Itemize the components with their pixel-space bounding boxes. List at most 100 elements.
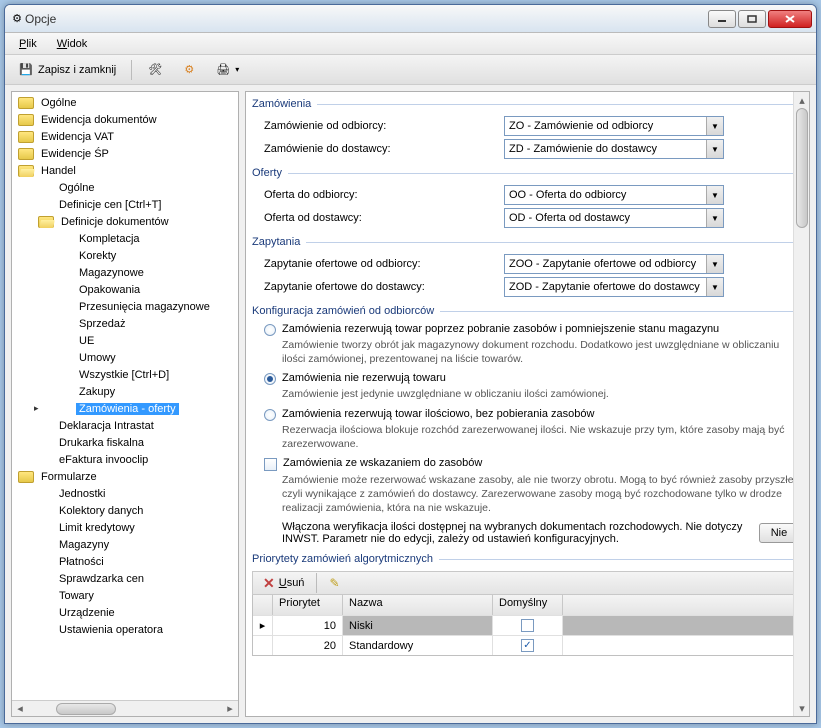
tree-item-label: Towary	[56, 590, 97, 602]
tree-item[interactable]: Deklaracja Intrastat	[12, 417, 238, 434]
col-priorytet[interactable]: Priorytet	[273, 595, 343, 615]
dropdown-zapytanie-do-dostawcy[interactable]: ZOD - Zapytanie ofertowe do dostawcy▼	[504, 277, 724, 297]
dropdown-oferta-do-odbiorcy[interactable]: OO - Oferta do odbiorcy▼	[504, 185, 724, 205]
group-priorytety: Priorytety zamówień algorytmicznych ✕Usu…	[252, 553, 799, 656]
tree-item[interactable]: Jednostki	[12, 485, 238, 502]
tree-item[interactable]: Ewidencja VAT	[12, 128, 238, 145]
x-icon: ✕	[263, 575, 275, 592]
tree-item[interactable]: Przesunięcia magazynowe	[12, 298, 238, 315]
tree-item[interactable]: Płatności	[12, 553, 238, 570]
col-domyslny[interactable]: Domyślny	[493, 595, 563, 615]
tree-item-label: Definicje dokumentów	[58, 216, 172, 228]
window-title: Opcje	[25, 12, 708, 26]
tree-item[interactable]: UE	[12, 332, 238, 349]
tree-item-label: Formularze	[38, 471, 100, 483]
tree-item[interactable]: Wszystkie [Ctrl+D]	[12, 366, 238, 383]
tree-item[interactable]: Ustawienia operatora	[12, 621, 238, 638]
tree-item[interactable]: Zamówienia - oferty	[12, 400, 238, 417]
tree-item[interactable]: Ogólne	[12, 94, 238, 111]
label: Oferta od dostawcy:	[264, 212, 504, 224]
tree-item[interactable]: Umowy	[12, 349, 238, 366]
tree-item[interactable]: Magazyny	[12, 536, 238, 553]
save-icon: 💾	[18, 62, 34, 78]
menu-plik[interactable]: Plik	[11, 36, 45, 52]
tree-item-label: Sprzedaż	[76, 318, 128, 330]
chevron-down-icon: ▼	[706, 117, 723, 135]
tree-item[interactable]: Urządzenie	[12, 604, 238, 621]
checkbox-wskazaniem-zasobow[interactable]: Zamówienia ze wskazaniem do zasobów	[264, 457, 799, 471]
dropdown-zapytanie-od-odbiorcy[interactable]: ZOO - Zapytanie ofertowe od odbiorcy▼	[504, 254, 724, 274]
tree-item[interactable]: Drukarka fiskalna	[12, 434, 238, 451]
tree-item[interactable]: Definicje dokumentów	[12, 213, 238, 230]
tree-item-label: Korekty	[76, 250, 119, 262]
tree-item-label: Handel	[38, 165, 79, 177]
tools-button[interactable]: 🛠	[140, 58, 170, 82]
tree-item[interactable]: Magazynowe	[12, 264, 238, 281]
dropdown-zam-od-odbiorcy[interactable]: ZO - Zamówienie od odbiorcy▼	[504, 116, 724, 136]
table-row[interactable]: ▸10Niski	[253, 615, 798, 635]
tree-item[interactable]: Formularze	[12, 468, 238, 485]
tree-item[interactable]: Kompletacja	[12, 230, 238, 247]
group-title: Priorytety zamówień algorytmicznych	[252, 553, 799, 565]
description: Zamówienie jest jedynie uwzględniane w o…	[282, 387, 799, 401]
tree-item-label: Płatności	[56, 556, 107, 568]
folder-icon	[18, 114, 34, 126]
tree-item-label: Ogólne	[38, 97, 79, 109]
save-close-button[interactable]: 💾 Zapisz i zamknij	[11, 58, 123, 82]
close-button[interactable]	[768, 10, 812, 28]
edit-button[interactable]: ✎	[323, 574, 345, 592]
app-icon: ⚙	[9, 11, 25, 27]
col-nazwa[interactable]: Nazwa	[343, 595, 493, 615]
tree-item[interactable]: Kolektory danych	[12, 502, 238, 519]
tree-item[interactable]: Ewidencje ŚP	[12, 145, 238, 162]
footer-text: Włączona weryfikacja ilości dostępnej na…	[282, 521, 747, 545]
options-tree[interactable]: Ogólne Ewidencja dokumentów Ewidencja VAT E…	[11, 91, 239, 717]
tree-item[interactable]: Handel	[12, 162, 238, 179]
tree-item[interactable]: Definicje cen [Ctrl+T]	[12, 196, 238, 213]
description: Rezerwacja ilościowa blokuje rozchód zar…	[282, 423, 799, 451]
menu-widok[interactable]: Widok	[49, 36, 96, 52]
tree-item-label: Limit kredytowy	[56, 522, 138, 534]
priority-table[interactable]: Priorytet Nazwa Domyślny ▸10Niski20Stand…	[252, 595, 799, 656]
description: Zamówienie tworzy obrót jak magazynowy d…	[282, 338, 799, 366]
maximize-button[interactable]	[738, 10, 766, 28]
tree-item[interactable]: Sprzedaż	[12, 315, 238, 332]
tree-item[interactable]: Sprawdzarka cen	[12, 570, 238, 587]
checkbox-icon[interactable]: ✓	[521, 639, 534, 652]
print-button[interactable]: 🖨▾	[208, 58, 246, 82]
tree-item[interactable]: Korekty	[12, 247, 238, 264]
tree-item[interactable]: Zakupy	[12, 383, 238, 400]
tree-item[interactable]: Limit kredytowy	[12, 519, 238, 536]
table-row[interactable]: 20Standardowy✓	[253, 635, 798, 655]
content-v-scrollbar[interactable]: ▴ ▾	[793, 92, 809, 716]
dropdown-zam-do-dostawcy[interactable]: ZD - Zamówienie do dostawcy▼	[504, 139, 724, 159]
label: Zamówienie od odbiorcy:	[264, 120, 504, 132]
titlebar[interactable]: ⚙ Opcje	[5, 5, 816, 33]
config-button[interactable]: ⚙	[174, 58, 204, 82]
tree-item[interactable]: Opakowania	[12, 281, 238, 298]
tree-item[interactable]: Ogólne	[12, 179, 238, 196]
radio-rezerwuja-ilosc[interactable]: Zamówienia rezerwują towar ilościowo, be…	[264, 408, 799, 421]
radio-rezerwuja-zasoby[interactable]: Zamówienia rezerwują towar poprzez pobra…	[264, 323, 799, 336]
radio-icon	[264, 373, 276, 385]
group-title: Konfiguracja zamówień od odbiorców	[252, 305, 799, 317]
tree-item-label: Magazyny	[56, 539, 112, 551]
checkbox-icon[interactable]	[521, 619, 534, 632]
minimize-button[interactable]	[708, 10, 736, 28]
dropdown-oferta-od-dostawcy[interactable]: OD - Oferta od dostawcy▼	[504, 208, 724, 228]
tree-item-label: Kompletacja	[76, 233, 143, 245]
radio-nie-rezerwuja[interactable]: Zamówienia nie rezerwują towaru	[264, 372, 799, 385]
tree-item-label: Ewidencja VAT	[38, 131, 117, 143]
table-toolbar: ✕Usuń ✎	[252, 571, 799, 595]
tree-h-scrollbar[interactable]: ◂ ▸	[12, 700, 238, 716]
tree-item-label: Definicje cen [Ctrl+T]	[56, 199, 164, 211]
tree-item[interactable]: eFaktura invooclip	[12, 451, 238, 468]
menubar: Plik Widok	[5, 33, 816, 55]
tools-icon: 🛠	[147, 62, 163, 78]
tree-item-label: Przesunięcia magazynowe	[76, 301, 213, 313]
tree-item[interactable]: Towary	[12, 587, 238, 604]
tree-item[interactable]: Ewidencja dokumentów	[12, 111, 238, 128]
delete-button[interactable]: ✕Usuń	[257, 573, 310, 594]
tree-item-label: eFaktura invooclip	[56, 454, 151, 466]
label: Zapytanie ofertowe od odbiorcy:	[264, 258, 504, 270]
